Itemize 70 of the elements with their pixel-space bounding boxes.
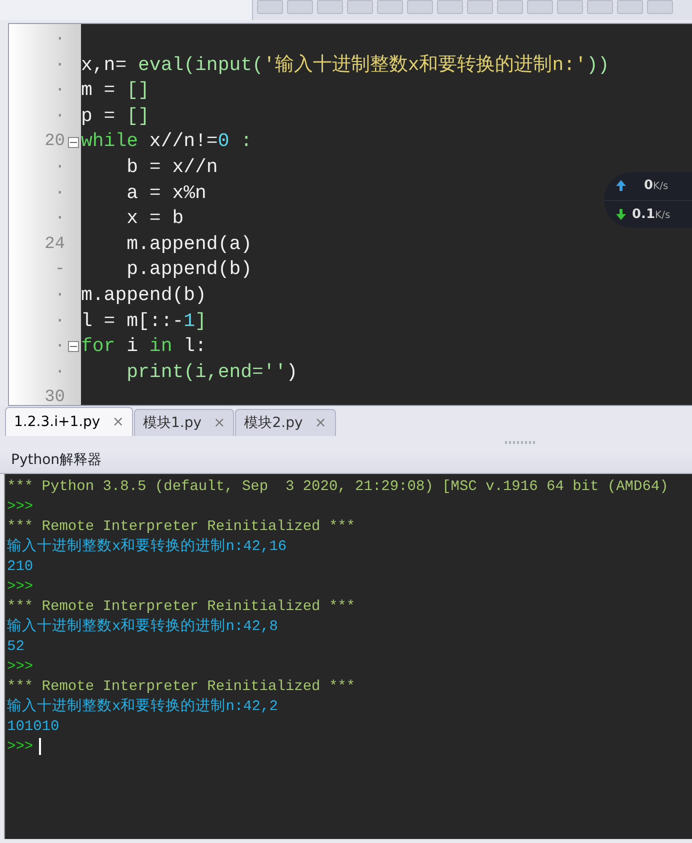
code-line: while x//n!=0 : xyxy=(81,130,252,152)
toolbar-button-icon[interactable] xyxy=(527,0,553,14)
console-line: 210 xyxy=(7,559,34,575)
toolbar-button-icon[interactable] xyxy=(557,0,583,14)
toolbar-button-icon[interactable] xyxy=(407,0,433,14)
fold-toggle-icon[interactable] xyxy=(68,341,79,352)
toolbar-button-icon[interactable] xyxy=(317,0,343,14)
prompt: >>> xyxy=(7,499,34,515)
line-number: · xyxy=(54,284,65,307)
console-line: 52 xyxy=(7,639,24,655)
toolbar-button-icon[interactable] xyxy=(497,0,523,14)
speed-unit: K/s xyxy=(653,181,668,192)
fold-toggle-icon[interactable] xyxy=(68,136,79,148)
console-line: 输入十进制整数x和要转换的进制n:42,8 xyxy=(7,619,278,635)
line-number: · xyxy=(54,157,65,180)
speed-value: 0.1 xyxy=(632,206,656,222)
line-number: - xyxy=(54,259,65,282)
line-number: · xyxy=(54,54,65,77)
close-icon[interactable]: × xyxy=(112,412,124,432)
down-arrow-icon xyxy=(616,208,626,220)
toolbar-button-icon[interactable] xyxy=(587,0,613,14)
code-line: m.append(a) xyxy=(126,232,252,255)
code-line: print(i,end='') xyxy=(126,360,298,383)
toolbar-button-icon[interactable] xyxy=(347,0,373,14)
toolbar-button-icon[interactable] xyxy=(437,0,463,14)
code-line: x = b xyxy=(126,207,184,230)
code-line: p = [] xyxy=(81,104,150,127)
speed-unit: K/s xyxy=(655,210,670,220)
file-tab[interactable]: 1.2.3.i+1.py × xyxy=(5,407,133,436)
code-line: a = x%n xyxy=(126,182,206,204)
toolbar-button-icon[interactable] xyxy=(617,0,643,14)
code-line: b = x//n xyxy=(126,156,218,178)
file-tab[interactable]: 模块1.py × xyxy=(134,409,234,436)
line-number: · xyxy=(54,310,65,333)
prompt: >>> xyxy=(7,739,34,755)
console-line: 输入十进制整数x和要转换的进制n:42,16 xyxy=(7,539,287,555)
code-line: x,n= eval(input('输入十进制整数x和要转换的进制n:')) xyxy=(81,54,610,76)
line-number: · xyxy=(54,208,65,230)
console-line: *** Python 3.8.5 (default, Sep 3 2020, 21:29:08) [MSC v.1916 64 bit (AMD64) xyxy=(7,479,668,495)
splitter-grip-icon[interactable] xyxy=(505,440,537,444)
up-arrow-icon xyxy=(616,180,626,192)
line-number: · xyxy=(54,362,65,384)
console-line: 101010 xyxy=(7,719,60,735)
line-number: · xyxy=(54,106,65,128)
line-number: 20 xyxy=(44,131,65,154)
code-line: for i in l: xyxy=(81,335,206,358)
toolbar-button-icon[interactable] xyxy=(647,0,673,14)
line-number: · xyxy=(54,29,65,52)
file-tab[interactable]: 模块2.py × xyxy=(235,409,336,436)
prompt: >>> xyxy=(7,659,34,675)
console-line: 输入十进制整数x和要转换的进制n:42,2 xyxy=(7,699,278,715)
line-number: · xyxy=(54,80,65,102)
line-number: · xyxy=(54,182,65,205)
toolbar-button-icon[interactable] xyxy=(257,0,283,14)
interpreter-console[interactable] xyxy=(4,474,692,839)
code-line: l = m[::-1] xyxy=(81,310,206,332)
line-number: 30 xyxy=(44,387,65,410)
line-number: 24 xyxy=(44,234,65,256)
line-number: · xyxy=(54,336,65,358)
toolbar-button-icon[interactable] xyxy=(287,0,313,14)
code-line: p.append(b) xyxy=(126,258,252,280)
console-line: *** Remote Interpreter Reinitialized *** xyxy=(7,679,356,695)
toolbar-button-icon[interactable] xyxy=(377,0,403,14)
console-line: *** Remote Interpreter Reinitialized *** xyxy=(7,519,356,535)
prompt: >>> xyxy=(7,579,34,595)
code-line: m.append(b) xyxy=(81,284,206,306)
toolbar-button-icon[interactable] xyxy=(467,0,493,14)
code-line: m = [] xyxy=(81,79,150,102)
console-line: *** Remote Interpreter Reinitialized *** xyxy=(7,599,356,615)
speed-value: 0 xyxy=(644,178,654,193)
